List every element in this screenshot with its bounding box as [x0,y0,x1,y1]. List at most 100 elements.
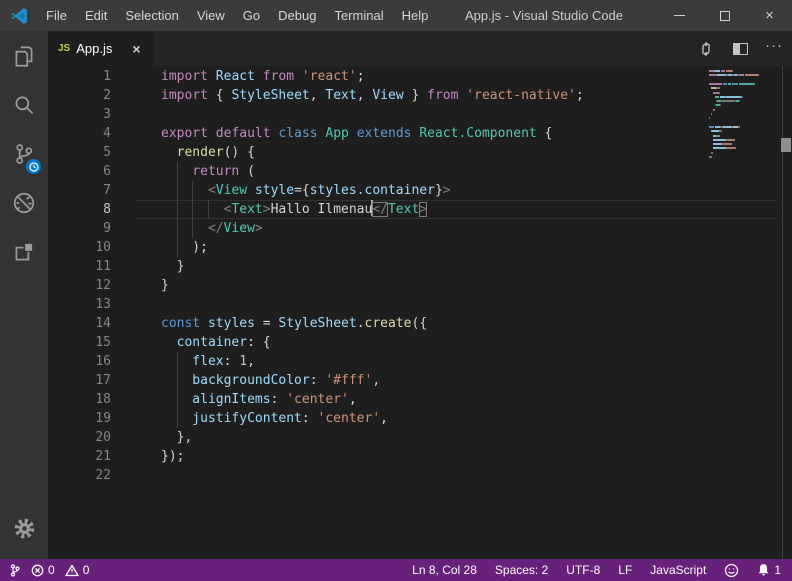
tab-appjs[interactable]: JS App.js × [48,31,153,66]
code-line-8[interactable]: 8<Text>Hallo Ilmenau</Text> [48,200,792,219]
code-line-11[interactable]: 11} [48,257,792,276]
line-number[interactable]: 22 [48,466,136,485]
line-number[interactable]: 14 [48,314,136,333]
menu-view[interactable]: View [188,0,234,31]
sidebar-item-source-control[interactable] [0,129,48,178]
warning-count: 0 [83,563,90,577]
code-line-15[interactable]: 15container: { [48,333,792,352]
code-line-4[interactable]: 4export default class App extends React.… [48,124,792,143]
close-button[interactable]: × [747,0,792,31]
line-number[interactable]: 15 [48,333,136,352]
git-branch-status[interactable] [9,563,21,578]
line-number[interactable]: 20 [48,428,136,447]
encoding-status[interactable]: UTF-8 [566,563,600,577]
code-line-10[interactable]: 10); [48,238,792,257]
line-number[interactable]: 1 [48,67,136,86]
line-number[interactable]: 6 [48,162,136,181]
code-line-14[interactable]: 14const styles = StyleSheet.create({ [48,314,792,333]
code-editor[interactable]: 1import React from 'react';2import { Sty… [48,66,792,559]
git-branch-icon [9,563,21,578]
open-changes-icon[interactable] [696,39,716,59]
code-line-16[interactable]: 16flex: 1, [48,352,792,371]
menu-file[interactable]: File [37,0,76,31]
sidebar-item-debug[interactable] [0,178,48,227]
minimap-line [709,143,777,145]
title-bar: FileEditSelectionViewGoDebugTerminalHelp… [0,0,792,31]
sidebar-item-explorer[interactable] [0,31,48,80]
minimap-line [709,160,777,162]
line-number[interactable]: 10 [48,238,136,257]
window-title: App.js - Visual Studio Code [465,0,623,31]
code-line-7[interactable]: 7<View style={styles.container}> [48,181,792,200]
settings-button[interactable] [0,504,48,553]
search-icon [11,92,37,118]
vscode-logo-icon [9,6,29,26]
line-number[interactable]: 17 [48,371,136,390]
line-number[interactable]: 11 [48,257,136,276]
maximize-button[interactable] [702,0,747,31]
menu-edit[interactable]: Edit [76,0,116,31]
maximize-icon [720,11,730,21]
code-line-5[interactable]: 5render() { [48,143,792,162]
tab-close-icon[interactable]: × [132,42,140,56]
indentation-status[interactable]: Spaces: 2 [495,563,548,577]
menu-go[interactable]: Go [234,0,269,31]
line-number[interactable]: 2 [48,86,136,105]
activity-bar [0,31,48,559]
error-circle-icon [31,564,44,577]
code-line-3[interactable]: 3 [48,105,792,124]
minimap-line [709,147,777,149]
minimap-line [709,70,777,72]
minimap-line [709,139,777,141]
line-number[interactable]: 13 [48,295,136,314]
split-editor-icon[interactable] [730,39,750,59]
bell-icon [757,563,770,577]
sidebar-item-extensions[interactable] [0,227,48,276]
line-number[interactable]: 4 [48,124,136,143]
code-line-6[interactable]: 6return ( [48,162,792,181]
line-number[interactable]: 9 [48,219,136,238]
code-line-1[interactable]: 1import React from 'react'; [48,67,792,86]
language-mode-status[interactable]: JavaScript [650,563,706,577]
sync-pending-badge [26,159,41,174]
menu-help[interactable]: Help [393,0,438,31]
menu-debug[interactable]: Debug [269,0,325,31]
minimap-line [709,83,777,85]
cursor-position-status[interactable]: Ln 8, Col 28 [412,563,477,577]
feedback-smiley-icon[interactable] [724,563,739,578]
line-number[interactable]: 21 [48,447,136,466]
sidebar-item-search[interactable] [0,80,48,129]
minimap-line [709,109,777,111]
menu-terminal[interactable]: Terminal [325,0,392,31]
line-number[interactable]: 7 [48,181,136,200]
notifications-status[interactable]: 1 [757,563,781,577]
line-number[interactable]: 8 [48,200,136,219]
line-number[interactable]: 16 [48,352,136,371]
javascript-file-icon: JS [58,43,70,54]
code-line-20[interactable]: 20}, [48,428,792,447]
code-line-18[interactable]: 18alignItems: 'center', [48,390,792,409]
tab-label: App.js [76,41,112,56]
overview-ruler-cursor-marker[interactable] [781,138,791,152]
line-number[interactable]: 18 [48,390,136,409]
minimap-line [709,117,777,119]
problems-status[interactable]: 0 0 [31,563,89,577]
eol-status[interactable]: LF [618,563,632,577]
code-line-12[interactable]: 12} [48,276,792,295]
menu-selection[interactable]: Selection [116,0,187,31]
code-line-2[interactable]: 2import { StyleSheet, Text, View } from … [48,86,792,105]
code-line-19[interactable]: 19justifyContent: 'center', [48,409,792,428]
line-number[interactable]: 12 [48,276,136,295]
editor-actions: ··· [696,31,784,66]
code-line-22[interactable]: 22 [48,466,792,485]
code-line-13[interactable]: 13 [48,295,792,314]
line-number[interactable]: 19 [48,409,136,428]
code-line-9[interactable]: 9</View> [48,219,792,238]
minimize-button[interactable] [657,0,702,31]
line-number[interactable]: 3 [48,105,136,124]
minimap-line [709,135,777,137]
more-actions-icon[interactable]: ··· [764,39,784,59]
code-line-21[interactable]: 21}); [48,447,792,466]
line-number[interactable]: 5 [48,143,136,162]
code-line-17[interactable]: 17backgroundColor: '#fff', [48,371,792,390]
